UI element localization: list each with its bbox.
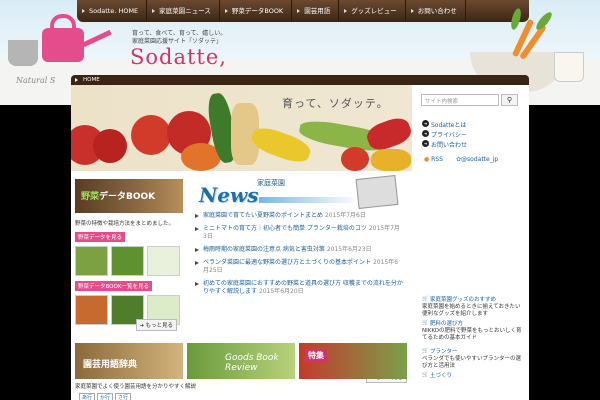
hero-slogan: 育って、ソダッテ。 — [282, 97, 389, 110]
glossary-caption: 家庭菜園でよく使う園芸用語を分かりやすく解説 — [75, 384, 197, 390]
nav-item-contact[interactable]: お問い合わせ — [406, 0, 466, 22]
news-item-title[interactable]: ベランダ菜園に最適な野菜の選び方と土づくりの基本ポイント — [203, 259, 371, 266]
news-item-title[interactable]: ミニトマトの育て方｜初心者でも簡単 プランター栽培のコツ — [203, 225, 367, 232]
cup-illustration — [554, 52, 584, 82]
watering-can-illustration — [42, 28, 84, 62]
tomato-image — [131, 115, 171, 155]
news-item-date: 2015年6月20日 — [258, 288, 304, 295]
news-item[interactable]: 家庭菜園で育てたい夏野菜のポイントまとめ 2015年7月6日 — [193, 212, 403, 220]
search-button[interactable]: ⚲ — [501, 94, 518, 106]
sidebar-item-text: ベランダでも使いやすいプランターの選び方と活用法 — [422, 356, 522, 369]
news-item-title[interactable]: 梅雨時期の家庭菜園の注意点 病気と害虫対策 — [203, 246, 325, 253]
search-icon: ⚲ — [506, 96, 513, 104]
news-section: 家庭菜園 News 家庭菜園で育てたい夏野菜のポイントまとめ 2015年7月6日… — [193, 174, 407, 383]
news-title: News — [199, 183, 259, 207]
sidebar-item[interactable]: 家庭菜園グッズのおすすめ 家庭菜園を始めるときに揃えておきたい便利なグッズを紹介… — [422, 296, 522, 318]
news-kanji: 家庭菜園 — [257, 179, 285, 187]
rss-label: RSS — [431, 156, 443, 163]
sidebar-link-privacy[interactable]: プライバシー — [422, 130, 467, 139]
sidebar-item[interactable]: 土づくり — [422, 372, 522, 380]
sidebar-item-category[interactable]: 家庭菜園グッズのおすすめ — [422, 296, 522, 304]
sidebar-link-about[interactable]: Sodatteとは — [422, 120, 466, 129]
breadcrumb: HOME — [71, 75, 529, 85]
rss-link[interactable]: ● RSS — [424, 156, 443, 163]
main-content: 育って、ソダッテ。 野菜データBOOK 野菜の特徴や栽培方法をまとめました。 野… — [71, 85, 412, 400]
left-background — [0, 105, 71, 400]
sidebar-item-category[interactable]: 土づくり — [422, 372, 522, 380]
glossary-tag[interactable]: あ行 — [79, 393, 96, 400]
nav-item-review[interactable]: グッズレビュー — [339, 0, 406, 22]
news-item[interactable]: 梅雨時期の家庭菜園の注意点 病気と害虫対策 2015年6月23日 — [193, 246, 403, 254]
data-book-tag[interactable]: 野菜データを見る — [75, 232, 126, 242]
sidebar-item[interactable]: 肥料の選び方 NIKKOの肥料で野菜をもっとおいしく育てるための基本ガイド — [422, 320, 522, 342]
nav-item-home[interactable]: Sodatte. HOME — [77, 0, 148, 22]
nav-item-data-book[interactable]: 野菜データBOOK — [220, 0, 293, 22]
glossary-card[interactable]: 園芸用語辞典 — [75, 343, 183, 379]
data-book-banner-kanji: 野菜 — [81, 192, 100, 202]
breadcrumb-home[interactable]: HOME — [83, 77, 100, 83]
news-item-date: 2015年7月6日 — [324, 212, 366, 219]
news-item[interactable]: ベランダ菜園に最適な野菜の選び方と土づくりの基本ポイント 2015年6月25日 — [193, 259, 403, 275]
data-book-tag[interactable]: 野菜データBOOK一覧を見る — [75, 281, 152, 291]
rss-icon: ● — [424, 156, 430, 163]
feature-card[interactable]: 特集 — [299, 343, 407, 379]
news-item[interactable]: ミニトマトの育て方｜初心者でも簡単 プランター栽培のコツ 2015年7月3日 — [193, 225, 403, 241]
twitter-handle: @sodatte_jp — [461, 156, 499, 163]
thumbnail-row — [75, 246, 183, 276]
tagline-line-1: 育って、食べて、育って、嬉しい。 — [132, 30, 227, 37]
news-item[interactable]: 初めての家庭菜園におすすめの野菜と道具の選び方 収穫までの流れを分かりやすく解説… — [193, 280, 403, 296]
sidebar: サイト内検索 ⚲ Sodatteとは プライバシー お問い合わせ ● RSS ✿… — [412, 85, 529, 400]
yellow-pepper-image — [371, 149, 411, 171]
hero-banner: 育って、ソダッテ。 — [71, 85, 412, 171]
sidebar-item-text: NIKKOの肥料で野菜をもっとおいしく育てるための基本ガイド — [422, 328, 522, 341]
garden-pot-illustration — [8, 40, 38, 66]
news-item-title[interactable]: 家庭菜園で育てたい夏野菜のポイントまとめ — [203, 212, 323, 219]
sidebar-item-category[interactable]: プランター — [422, 348, 522, 356]
sidebar-link-contact[interactable]: お問い合わせ — [422, 140, 467, 149]
data-book-banner-rest: データBOOK — [99, 192, 156, 202]
news-header: 家庭菜園 News — [193, 174, 403, 210]
search-input[interactable]: サイト内検索 — [421, 94, 499, 106]
vegetable-thumbnail[interactable] — [147, 246, 180, 276]
tomato-image — [341, 147, 369, 171]
watering-can-spout — [82, 29, 112, 48]
vegetable-data-book: 野菜データBOOK 野菜の特徴や栽培方法をまとめました。 野菜データを見る 野菜… — [75, 179, 183, 331]
glossary-card-label: 園芸用語辞典 — [83, 360, 138, 370]
sidebar-item-text: 家庭菜園を始めるときに揃えておきたい便利なグッズを紹介します — [422, 304, 521, 317]
tomato-image — [93, 129, 127, 163]
review-card[interactable]: Goods Book Review — [187, 343, 295, 379]
site-tagline: 育って、食べて、育って、嬉しい。 家庭菜園応援サイト「ソダッテ」 — [132, 30, 226, 46]
twitter-link[interactable]: ✿@sodatte_jp — [456, 156, 498, 163]
vegetable-thumbnail[interactable] — [111, 246, 144, 276]
sidebar-item-category[interactable]: 肥料の選び方 — [422, 320, 522, 328]
natural-sign: Natural S — [16, 76, 56, 85]
data-book-description: 野菜の特徴や栽培方法をまとめました。 — [75, 221, 175, 227]
nav-item-glossary[interactable]: 園芸用語 — [292, 0, 340, 22]
feature-card-label: 特集 — [305, 349, 327, 362]
news-item-date: 2015年6月23日 — [326, 246, 372, 253]
sidebar-item[interactable]: プランター ベランダでも使いやすいプランターの選び方と活用法 — [422, 348, 522, 370]
glossary-tag[interactable]: か行 — [97, 393, 114, 400]
nav-item-news[interactable]: 家庭菜園ニュース — [147, 0, 220, 22]
data-book-more-button[interactable]: もっと見る — [135, 319, 177, 331]
review-card-label: Goods Book Review — [225, 353, 279, 373]
newspaper-icon — [355, 174, 399, 210]
main-nav: Sodatte. HOME 家庭菜園ニュース 野菜データBOOK 園芸用語 グッ… — [77, 0, 529, 22]
vegetable-thumbnail[interactable] — [75, 295, 108, 325]
vegetable-thumbnail[interactable] — [75, 246, 108, 276]
site-logo[interactable]: Sodatte, — [130, 45, 227, 69]
news-stripe — [259, 197, 359, 203]
data-book-banner[interactable]: 野菜データBOOK — [75, 179, 183, 213]
right-background — [529, 105, 600, 400]
glossary-tag[interactable]: さ行 — [115, 393, 132, 400]
